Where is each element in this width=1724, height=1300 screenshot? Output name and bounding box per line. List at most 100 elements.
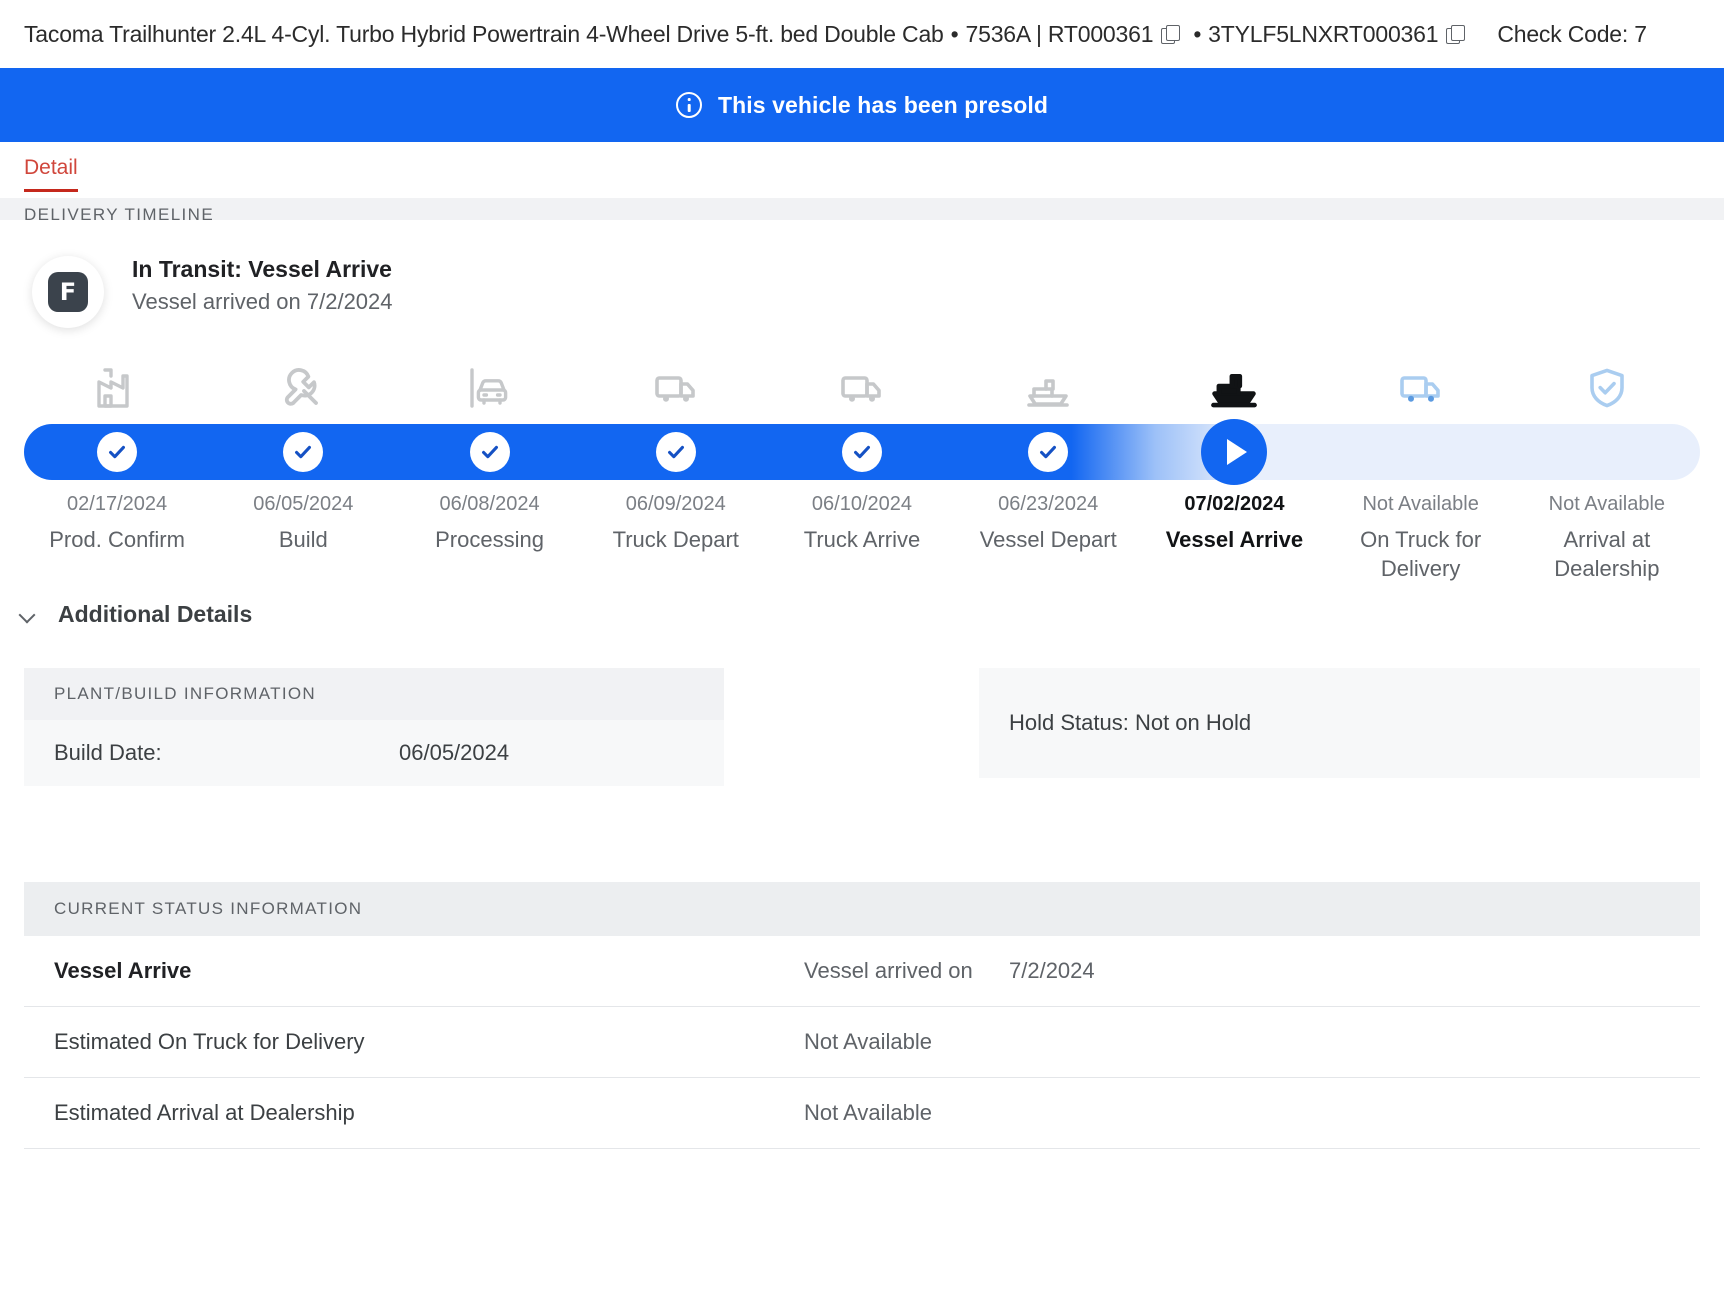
label-truck-depart: 06/09/2024 Truck Depart [583,493,769,584]
delivery-timeline-label: DELIVERY TIMELINE [24,205,215,220]
step-date: 06/08/2024 [439,493,540,515]
check-icon [841,432,882,472]
node-truck-depart[interactable] [583,424,769,480]
node-vessel-arrive-current[interactable] [1141,419,1327,485]
step-vessel-depart[interactable] [955,356,1141,412]
table-row: Vessel Arrive Vessel arrived on 7/2/2024 [24,936,1700,1007]
node-vessel-depart[interactable] [955,424,1141,480]
progress-nodes-row [24,419,1700,485]
step-processing[interactable] [396,356,582,412]
delivery-steps: 02/17/2024 Prod. Confirm 06/05/2024 Buil… [24,356,1700,591]
shield-check-icon [1581,356,1633,412]
step-date: 06/23/2024 [998,493,1099,515]
step-prod-confirm[interactable] [24,356,210,412]
vehicle-description: Tacoma Trailhunter 2.4L 4-Cyl. Turbo Hyb… [24,20,944,47]
presold-banner-text: This vehicle has been presold [717,91,1049,118]
node-prod-confirm[interactable] [24,424,210,480]
header-bullet-2: • [1193,20,1202,47]
wrench-icon [277,356,329,412]
status-row-detail: Vessel arrived on [804,958,973,983]
step-name: Vessel Arrive [1165,527,1304,552]
current-status-row: F In Transit: Vessel Arrive Vessel arriv… [24,220,1700,328]
step-on-truck-for-delivery[interactable] [1328,356,1514,412]
step-truck-depart[interactable] [583,356,769,412]
stock-and-order-number: 7536A | RT000361 [965,20,1154,47]
check-code: Check Code: 7 [1497,20,1647,47]
status-text-block: In Transit: Vessel Arrive Vessel arrived… [132,256,393,315]
status-row-label: Estimated Arrival at Dealership [54,1100,355,1125]
check-icon [655,432,696,472]
additional-details-toggle[interactable]: Additional Details [0,591,1724,628]
step-date: 06/10/2024 [811,493,913,515]
play-icon [1201,419,1268,485]
table-row: Estimated Arrival at Dealership Not Avai… [24,1078,1700,1149]
status-prefix: In Transit: [132,256,242,282]
step-arrival-at-dealership[interactable] [1514,356,1700,412]
step-build[interactable] [210,356,396,412]
label-on-truck-for-delivery: Not Available On Truck for Delivery [1328,493,1514,584]
step-name: Vessel Depart [979,527,1117,552]
hold-status-text: Hold Status: Not on Hold [979,668,1700,778]
node-truck-arrive[interactable] [769,424,955,480]
additional-details-title: Additional Details [58,601,253,627]
current-status-table: CURRENT STATUS INFORMATION Vessel Arrive… [24,882,1700,1149]
step-name: On Truck for Delivery [1360,527,1482,582]
status-row-detail: Not Available [804,1100,933,1125]
step-date: 07/02/2024 [1184,493,1285,515]
step-name: Truck Arrive [803,527,921,552]
step-date: 06/05/2024 [253,493,354,515]
step-name: Truck Depart [612,527,739,552]
node-arrival-at-dealership[interactable] [1514,424,1700,480]
status-row-detail: Not Available [804,1029,933,1054]
check-icon [283,432,324,472]
vehicle-header: Tacoma Trailhunter 2.4L 4-Cyl. Turbo Hyb… [0,0,1724,68]
check-icon [97,432,138,472]
step-labels-row: 02/17/2024 Prod. Confirm 06/05/2024 Buil… [24,493,1700,584]
label-truck-arrive: 06/10/2024 Truck Arrive [769,493,955,584]
brand-badge-ring: F [32,256,104,328]
step-name: Build [278,527,328,552]
label-prod-confirm: 02/17/2024 Prod. Confirm [24,493,210,584]
current-status-header: CURRENT STATUS INFORMATION [24,882,1700,936]
hold-status-panel: Hold Status: Not on Hold [979,668,1700,778]
status-row-date: 7/2/2024 [1009,958,1095,983]
build-date-value: 06/05/2024 [399,740,510,765]
plant-build-header: PLANT/BUILD INFORMATION [24,668,724,720]
ship-icon [1205,356,1263,412]
step-name: Processing [435,527,544,552]
status-headline: In Transit: Vessel Arrive [132,256,393,283]
delivery-timeline-band: DELIVERY TIMELINE [0,198,1724,220]
presold-banner: This vehicle has been presold [0,68,1724,142]
node-processing[interactable] [396,424,582,480]
brand-badge-letter: F [48,272,88,312]
copy-order-icon[interactable] [1161,24,1181,44]
step-vessel-arrive[interactable] [1141,356,1327,412]
check-icon [469,432,510,472]
build-date-label: Build Date: [54,740,162,765]
label-vessel-arrive: 07/02/2024 Vessel Arrive [1141,493,1327,584]
step-date: Not Available [1548,493,1666,515]
node-on-truck-for-delivery[interactable] [1328,424,1514,480]
status-row-label: Vessel Arrive [54,958,192,983]
tab-strip: Detail [0,142,1724,198]
step-icons-row [24,356,1700,412]
step-name: Arrival at Dealership [1554,527,1660,582]
copy-vin-icon[interactable] [1446,24,1466,44]
label-arrival-at-dealership: Not Available Arrival at Dealership [1514,493,1700,584]
step-name: Prod. Confirm [49,527,185,552]
additional-details-panels: PLANT/BUILD INFORMATION Build Date: 06/0… [0,628,1724,786]
step-date: Not Available [1362,493,1479,515]
delivery-timeline-section: F In Transit: Vessel Arrive Vessel arriv… [0,220,1724,591]
step-date: 02/17/2024 [67,493,168,515]
plant-build-row: Build Date: 06/05/2024 [24,720,724,786]
label-vessel-depart: 06/23/2024 Vessel Depart [955,493,1141,584]
status-subtext: Vessel arrived on 7/2/2024 [132,289,393,314]
table-row: Estimated On Truck for Delivery Not Avai… [24,1007,1700,1078]
ship-icon [1022,356,1074,412]
tab-detail[interactable]: Detail [24,142,78,192]
step-date: 06/09/2024 [625,493,726,515]
status-step-name: Vessel Arrive [248,256,392,282]
node-build[interactable] [210,424,396,480]
check-icon [1028,432,1069,472]
step-truck-arrive[interactable] [769,356,955,412]
